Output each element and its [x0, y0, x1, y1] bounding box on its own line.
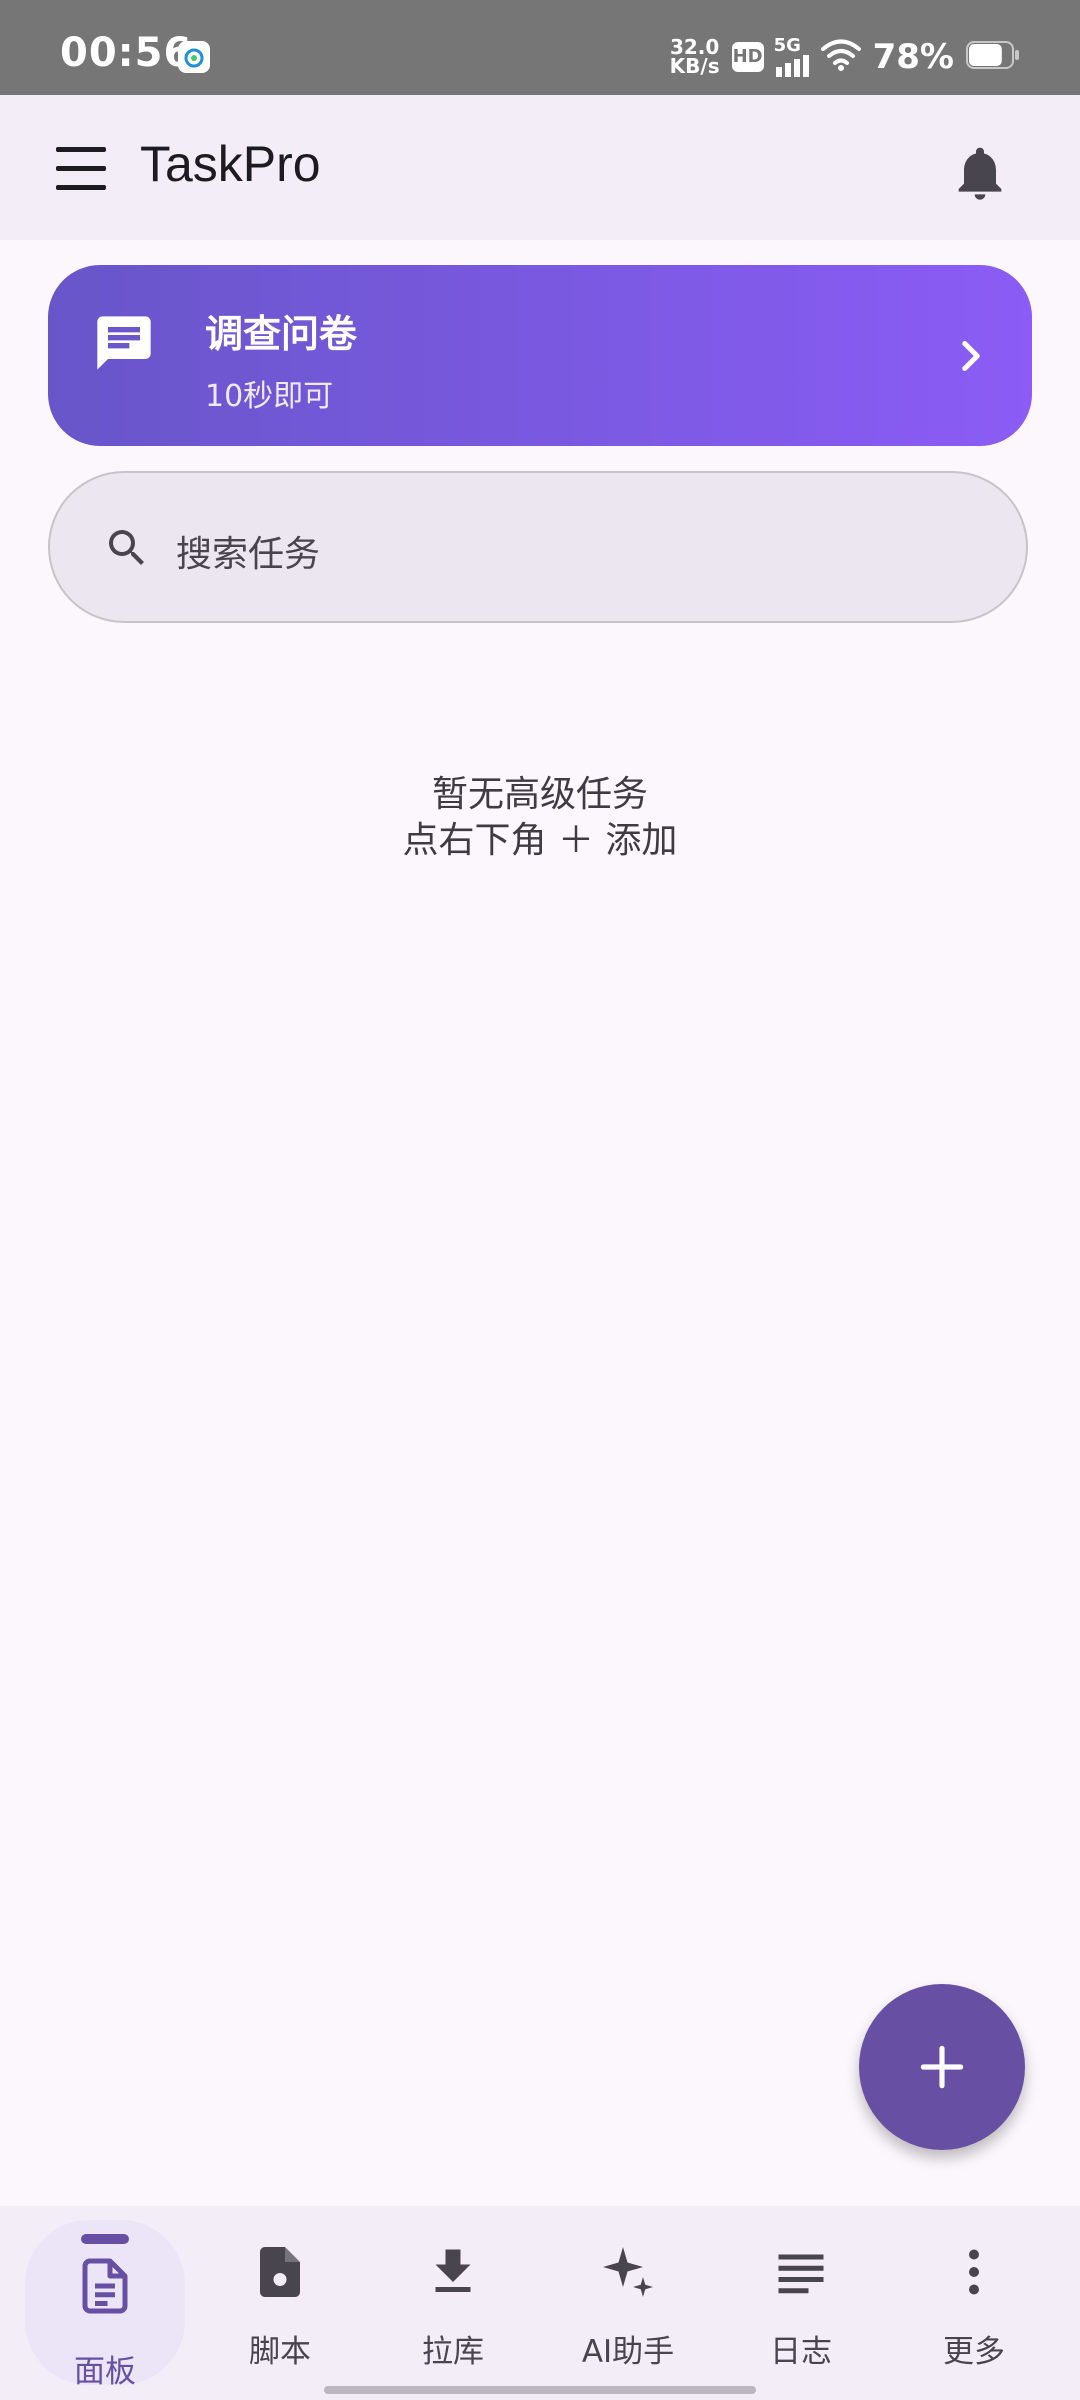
top-app-bar: TaskPro — [0, 95, 1080, 240]
bell-icon[interactable] — [948, 141, 1012, 205]
nav-label-pull-repo: 拉库 — [422, 2334, 484, 2370]
network-speed-unit: KB/s — [669, 54, 720, 78]
status-bar: 00:56 32.0 KB/s HD 5G 78% — [0, 0, 1080, 95]
nav-label-more: 更多 — [943, 2334, 1005, 2370]
chevron-right-icon — [946, 331, 996, 381]
script-file-icon — [250, 2242, 310, 2302]
search-input[interactable]: 搜索任务 — [176, 525, 320, 577]
cellular-signal-icon: 5G — [773, 35, 809, 77]
nav-item-ai-assistant[interactable]: AI助手 — [543, 2206, 713, 2400]
network-type-label: 5G — [773, 35, 801, 56]
menu-icon[interactable] — [48, 135, 114, 201]
nav-item-pull-repo[interactable]: 拉库 — [368, 2206, 538, 2400]
cloud-app-icon — [178, 41, 210, 73]
bottom-navigation: 面板 脚本 拉库 AI助手 日志 更多 — [0, 2206, 1080, 2400]
document-icon — [75, 2256, 135, 2316]
search-bar[interactable]: 搜索任务 — [48, 471, 1028, 623]
status-time: 00:56 — [60, 30, 193, 76]
empty-state-hint: 点右下角 ＋ 添加 — [402, 820, 678, 861]
sparkle-icon — [598, 2242, 658, 2302]
battery-icon — [966, 40, 1020, 74]
survey-subtitle: 10秒即可 — [205, 379, 334, 414]
message-icon — [92, 311, 156, 375]
battery-percent: 78% — [872, 37, 954, 77]
search-icon — [103, 524, 151, 572]
plus-icon — [920, 2045, 964, 2089]
nav-label-ai-assistant: AI助手 — [581, 2334, 675, 2370]
hd-icon: HD — [731, 42, 764, 72]
nav-label-logs: 日志 — [770, 2334, 832, 2370]
more-vert-icon — [944, 2242, 1004, 2302]
nav-item-scripts[interactable]: 脚本 — [195, 2206, 365, 2400]
nav-item-panel[interactable]: 面板 — [25, 2206, 195, 2400]
nav-label-scripts: 脚本 — [249, 2334, 311, 2370]
nav-label-panel: 面板 — [74, 2354, 136, 2390]
download-icon — [423, 2242, 483, 2302]
survey-title: 调查问卷 — [205, 312, 358, 356]
home-indicator — [324, 2386, 756, 2394]
survey-banner[interactable]: 调查问卷 10秒即可 — [48, 265, 1032, 446]
active-indicator — [81, 2234, 129, 2244]
empty-state: 暂无高级任务 点右下角 ＋ 添加 — [0, 772, 1080, 864]
nav-item-more[interactable]: 更多 — [889, 2206, 1059, 2400]
empty-state-title: 暂无高级任务 — [431, 774, 648, 815]
status-indicators: 32.0 KB/s HD 5G 78% — [670, 34, 1020, 80]
list-lines-icon — [771, 2242, 831, 2302]
wifi-icon — [820, 38, 861, 76]
network-speed: 32.0 KB/s — [669, 37, 720, 78]
app-title: TaskPro — [140, 136, 321, 192]
add-task-button[interactable] — [859, 1984, 1025, 2150]
nav-item-logs[interactable]: 日志 — [716, 2206, 886, 2400]
